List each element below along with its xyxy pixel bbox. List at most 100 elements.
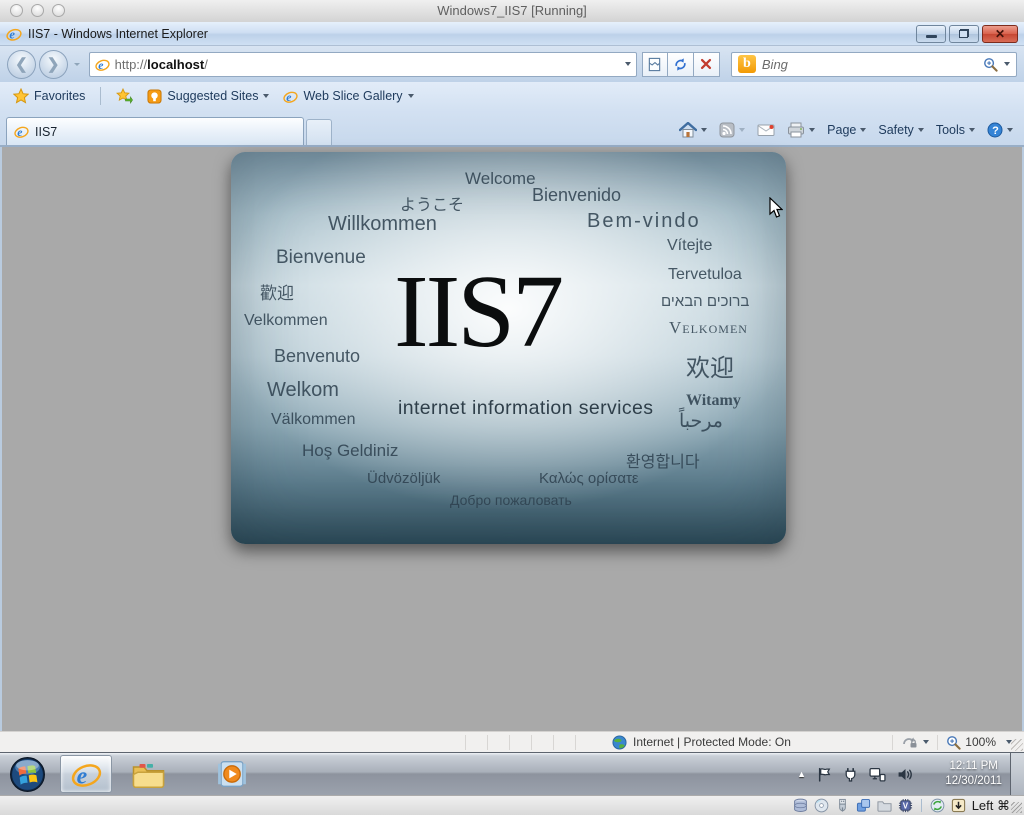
taskbar-media-player-button[interactable] [206,755,258,793]
tools-dropdown-icon [969,128,975,132]
clock-date: 12/30/2011 [945,774,1002,789]
forward-button[interactable]: ❯ [39,50,68,79]
add-favorite-star-icon [116,88,133,104]
tools-menu-label: Tools [936,123,965,137]
read-mail-button[interactable] [752,120,780,140]
address-dropdown-icon[interactable] [625,62,631,66]
browser-viewport: Welcome ようこそ Bienvenido Willkommen Bem-v… [0,147,1024,731]
divider [531,735,532,750]
vbox-harddisks-icon[interactable] [793,798,808,813]
vbox-shared-folders-icon[interactable] [877,799,892,813]
internet-zone-globe-icon [612,735,627,750]
zoom-security-button[interactable] [901,735,929,749]
windows-explorer-folder-icon [132,761,165,788]
volume-speaker-icon[interactable] [897,767,914,782]
welcome-text: Добро пожаловать [450,492,572,508]
zoom-level-button[interactable]: 100% [946,735,1012,750]
tab-iis7[interactable]: IIS7 [6,117,304,145]
vbox-features-chip-icon[interactable] [898,798,913,813]
welcome-text: Velkommen [244,312,328,330]
print-button[interactable] [782,119,820,141]
start-orb-icon [9,756,46,793]
favorites-label: Favorites [34,89,85,103]
resize-grip[interactable] [1011,739,1023,751]
web-slice-dropdown-icon [408,94,414,98]
show-desktop-button[interactable] [1010,753,1024,795]
home-icon [679,122,697,138]
tab-favicon [14,124,29,139]
compatibility-view-button[interactable] [642,52,668,77]
search-dropdown-icon[interactable] [1004,62,1010,66]
notification-area: ▲ [797,753,914,795]
vbox-usb-icon[interactable] [835,798,850,813]
favorites-button[interactable]: Favorites [9,86,89,106]
ie-titlebar[interactable]: IIS7 - Windows Internet Explorer ✕ [0,22,1024,46]
stop-icon [699,57,713,71]
search-placeholder[interactable]: Bing [762,57,977,72]
bing-logo-icon: b [738,55,756,73]
back-icon: ❮ [15,57,28,72]
welcome-text: Welcome [465,169,536,189]
welcome-text: Bienvenido [532,185,621,206]
feeds-button[interactable] [714,119,750,141]
recent-pages-dropdown-icon[interactable] [74,63,80,66]
command-bar: Page Safety Tools [674,115,1018,145]
taskbar-internet-explorer-button[interactable] [60,755,112,793]
vm-window-titlebar[interactable]: Windows7_IIS7 [Running] [0,0,1024,23]
back-button[interactable]: ❮ [7,50,36,79]
vbox-resize-grip[interactable] [1011,802,1022,813]
safety-dropdown-icon [918,128,924,132]
ie-status-bar: Internet | Protected Mode: On 100% [0,731,1024,752]
taskbar-clock[interactable]: 12:11 PM 12/30/2011 [945,753,1002,795]
vbox-mouse-integration-icon[interactable] [930,798,945,813]
page-menu-button[interactable]: Page [822,120,871,140]
action-center-flag-icon[interactable] [817,767,832,782]
vbox-network-icon[interactable] [856,798,871,813]
divider [100,87,101,105]
new-tab-button[interactable] [306,119,332,145]
search-magnifier-icon[interactable] [983,57,998,72]
minimize-icon [926,35,937,38]
suggested-sites-dropdown-icon [263,94,269,98]
taskbar-windows-explorer-button[interactable] [122,755,174,793]
refresh-button[interactable] [668,52,694,77]
page-favicon [95,57,110,72]
welcome-text: Vítejte [667,237,712,255]
print-icon [787,122,805,138]
internet-explorer-icon [71,759,102,790]
security-zone-label: Internet | Protected Mode: On [633,735,791,749]
power-plug-icon[interactable] [843,767,858,782]
suggested-sites-button[interactable]: Suggested Sites [143,87,273,106]
welcome-text: Bem-vindo [587,210,701,233]
tools-menu-button[interactable]: Tools [931,120,980,140]
web-slice-gallery-label: Web Slice Gallery [303,89,402,103]
show-hidden-icons-button[interactable]: ▲ [797,769,806,779]
iis7-welcome-image[interactable]: Welcome ようこそ Bienvenido Willkommen Bem-v… [231,152,786,544]
welcome-text: Välkommen [271,411,355,429]
stop-button[interactable] [694,52,720,77]
security-zone-indicator[interactable]: Internet | Protected Mode: On [612,732,791,752]
refresh-icon [673,57,688,72]
start-button[interactable] [4,755,50,793]
address-bar[interactable]: http://localhost/ [89,52,637,77]
minimize-button[interactable] [916,25,946,43]
address-url[interactable]: http://localhost/ [115,57,620,72]
close-button[interactable]: ✕ [982,25,1018,43]
welcome-text: ようこそ [400,191,464,215]
search-box[interactable]: b Bing [731,52,1017,77]
vbox-hostkey-state-icon[interactable] [951,798,966,813]
welcome-text: ברוכים הבאים [661,293,749,310]
read-mail-icon [757,123,775,137]
add-to-favorites-bar-button[interactable] [112,86,137,106]
forward-icon: ❯ [47,57,60,72]
network-status-icon[interactable] [869,767,886,782]
help-button[interactable] [982,119,1018,141]
restore-button[interactable] [949,25,979,43]
suggested-sites-icon [147,89,162,104]
safety-menu-button[interactable]: Safety [873,120,928,140]
windows-taskbar: ▲ 12:11 PM 12/30/2011 [0,752,1024,795]
web-slice-gallery-button[interactable]: Web Slice Gallery [279,87,417,106]
welcome-text: Willkommen [328,213,437,236]
vbox-optical-drive-icon[interactable] [814,798,829,813]
home-button[interactable] [674,119,712,141]
